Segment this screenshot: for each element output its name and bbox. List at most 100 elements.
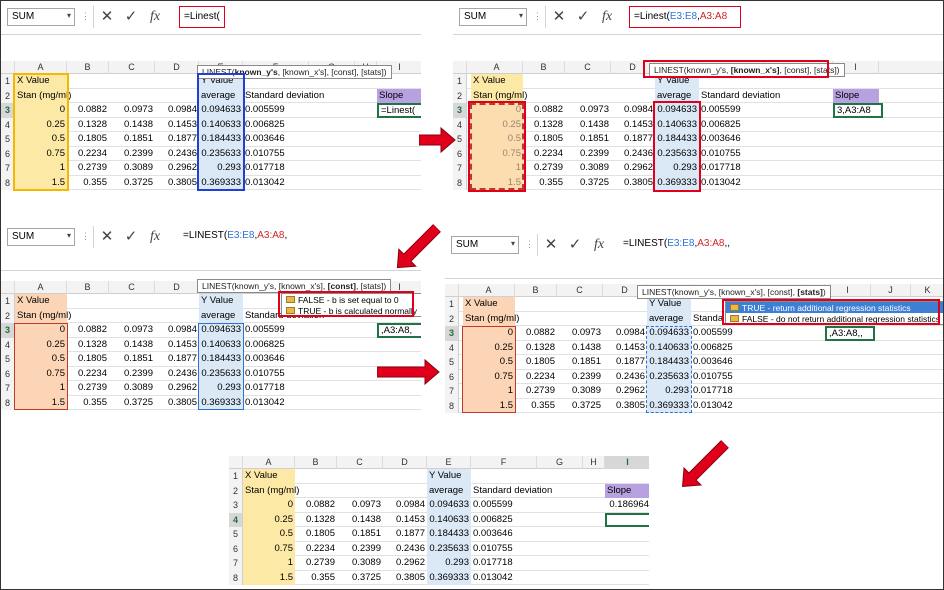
formula-input[interactable]: =LINEST(E3:E8,A3:A8,, (619, 234, 735, 256)
row-header-3[interactable]: 3 (229, 498, 243, 513)
row-header-7[interactable]: 7 (1, 381, 15, 396)
column-header-c[interactable]: C (337, 456, 383, 469)
row-header-4[interactable]: 4 (229, 512, 243, 527)
column-header-d[interactable]: D (383, 456, 427, 469)
column-header-b[interactable]: B (67, 61, 109, 74)
enter-icon[interactable]: ✓ (122, 7, 140, 27)
column-header-k[interactable]: K (911, 284, 943, 297)
select-all-corner[interactable] (1, 61, 15, 74)
row-header-1[interactable]: 1 (453, 74, 467, 89)
select-all-corner[interactable] (445, 284, 459, 297)
row-header-5[interactable]: 5 (1, 132, 15, 147)
enter-icon[interactable]: ✓ (122, 227, 140, 247)
column-header-a[interactable]: A (463, 284, 515, 297)
row-header-2[interactable]: 2 (1, 308, 15, 323)
insert-function-icon[interactable]: fx (146, 227, 164, 247)
active-cell-i3[interactable]: ,A3:A8,, (825, 326, 875, 341)
row-header-2[interactable]: 2 (229, 483, 243, 498)
row-header-8[interactable]: 8 (445, 398, 459, 413)
row-header-8[interactable]: 8 (453, 175, 467, 190)
cancel-icon[interactable]: ✕ (550, 7, 568, 27)
chevron-down-icon[interactable]: ▾ (67, 231, 71, 240)
column-header-a[interactable]: A (243, 456, 295, 469)
column-header-b[interactable]: B (515, 284, 557, 297)
column-header-a[interactable]: A (471, 61, 523, 74)
row-header-2[interactable]: 2 (453, 88, 467, 103)
cancel-icon[interactable]: ✕ (542, 235, 560, 255)
column-header-j[interactable]: J (871, 284, 911, 297)
row-header-3[interactable]: 3 (453, 103, 467, 118)
formula-input[interactable]: =Linest( (179, 6, 225, 28)
row-header-1[interactable]: 1 (1, 294, 15, 309)
row-header-5[interactable]: 5 (1, 352, 15, 367)
row-header-8[interactable]: 8 (1, 175, 15, 190)
row-header-4[interactable]: 4 (1, 337, 15, 352)
name-box[interactable]: SUM ▾ (7, 8, 75, 26)
column-header-f[interactable]: F (471, 456, 537, 469)
row-header-7[interactable]: 7 (229, 556, 243, 571)
column-header-h[interactable]: H (583, 456, 605, 469)
row-header-3[interactable]: 3 (1, 323, 15, 338)
name-box[interactable]: SUM ▾ (451, 236, 519, 254)
row-header-3[interactable]: 3 (1, 103, 15, 118)
cancel-icon[interactable]: ✕ (98, 7, 116, 27)
insert-function-icon[interactable]: fx (598, 7, 616, 27)
column-header-e[interactable]: E (427, 456, 471, 469)
insert-function-icon[interactable]: fx (146, 7, 164, 27)
row-header-1[interactable]: 1 (1, 74, 15, 89)
autocomplete-option[interactable]: TRUE - return additional regression stat… (726, 302, 943, 313)
row-header-2[interactable]: 2 (445, 311, 459, 326)
name-box[interactable]: SUM ▾ (459, 8, 527, 26)
stats-autocomplete-list[interactable]: TRUE - return additional regression stat… (725, 301, 943, 325)
name-box[interactable]: SUM ▾ (7, 228, 75, 246)
formula-input[interactable]: =Linest(E3:E8,A3:A8 (629, 6, 741, 28)
autocomplete-option[interactable]: TRUE - b is calculated normally (282, 305, 421, 316)
select-all-corner[interactable] (229, 456, 243, 469)
active-cell-i3[interactable]: ,A3:A8, (377, 323, 421, 338)
active-cell-i3[interactable]: =Linest( (377, 103, 421, 118)
row-header-3[interactable]: 3 (445, 326, 459, 341)
row-header-8[interactable]: 8 (1, 395, 15, 410)
column-header-c[interactable]: C (109, 281, 155, 294)
row-header-6[interactable]: 6 (1, 366, 15, 381)
column-header-a[interactable]: A (15, 281, 67, 294)
chevron-down-icon[interactable]: ▾ (67, 11, 71, 20)
select-all-corner[interactable] (453, 61, 467, 74)
row-header-5[interactable]: 5 (229, 527, 243, 542)
row-header-4[interactable]: 4 (445, 340, 459, 355)
autocomplete-option[interactable]: FALSE - do not return additional regress… (726, 313, 943, 324)
autocomplete-option[interactable]: FALSE - b is set equal to 0 (282, 294, 421, 305)
chevron-down-icon[interactable]: ▾ (519, 11, 523, 20)
column-header-i[interactable]: I (605, 456, 649, 469)
row-header-7[interactable]: 7 (1, 161, 15, 176)
select-all-corner[interactable] (1, 281, 15, 294)
column-header-d[interactable]: D (155, 281, 199, 294)
column-header-c[interactable]: C (565, 61, 611, 74)
row-header-1[interactable]: 1 (445, 297, 459, 312)
column-header-a[interactable]: A (15, 61, 67, 74)
column-header-c[interactable]: C (109, 61, 155, 74)
enter-icon[interactable]: ✓ (574, 7, 592, 27)
column-header-b[interactable]: B (67, 281, 109, 294)
cancel-icon[interactable]: ✕ (98, 227, 116, 247)
column-header-b[interactable]: B (295, 456, 337, 469)
row-header-6[interactable]: 6 (1, 146, 15, 161)
row-header-1[interactable]: 1 (229, 469, 243, 484)
column-header-b[interactable]: B (523, 61, 565, 74)
const-autocomplete-list[interactable]: FALSE - b is set equal to 0 TRUE - b is c… (281, 293, 421, 317)
column-header-g[interactable]: G (537, 456, 583, 469)
active-cell-i3[interactable]: 3,A3:A8 (833, 103, 883, 118)
column-header-c[interactable]: C (557, 284, 603, 297)
row-header-7[interactable]: 7 (453, 161, 467, 176)
chevron-down-icon[interactable]: ▾ (511, 239, 515, 248)
formula-input[interactable]: =LINEST(E3:E8,A3:A8, (179, 226, 292, 248)
insert-function-icon[interactable]: fx (590, 235, 608, 255)
column-header-d[interactable]: D (155, 61, 199, 74)
column-header-i[interactable]: I (825, 284, 871, 297)
row-header-2[interactable]: 2 (1, 88, 15, 103)
row-header-6[interactable]: 6 (229, 541, 243, 556)
row-header-4[interactable]: 4 (1, 117, 15, 132)
row-header-8[interactable]: 8 (229, 570, 243, 585)
active-cell-i4[interactable] (605, 512, 649, 527)
enter-icon[interactable]: ✓ (566, 235, 584, 255)
